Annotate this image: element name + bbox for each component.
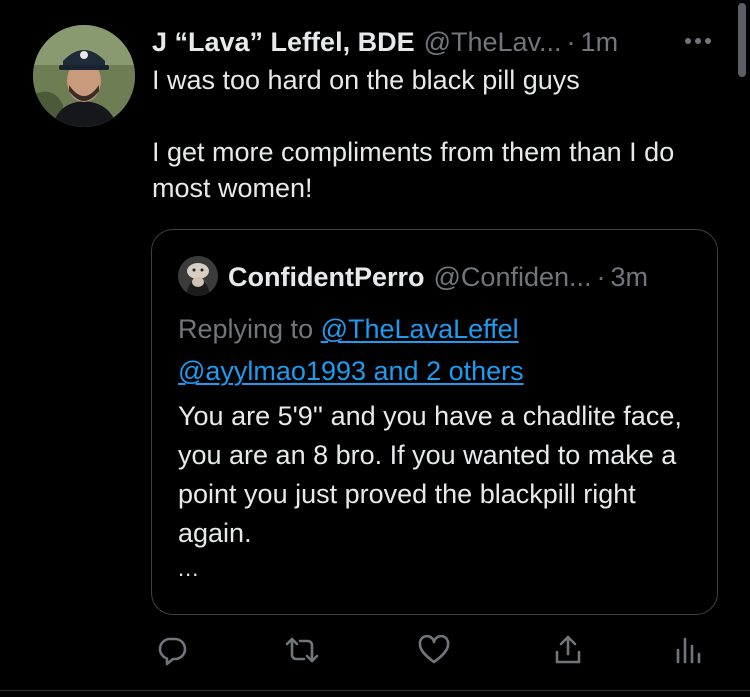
mention-link[interactable]: @ayylmao1993 and 2 others: [178, 356, 524, 386]
timestamp[interactable]: 1m: [581, 27, 619, 58]
quoted-timestamp[interactable]: 3m: [611, 262, 649, 293]
quoted-avatar[interactable]: [178, 256, 218, 296]
tweet[interactable]: J “Lava” Leffel, BDE @TheLav... · 1m I w…: [0, 0, 750, 697]
tweet-text-line: I was too hard on the black pill guys: [152, 65, 580, 95]
tweet-text: I was too hard on the black pill guys I …: [152, 62, 712, 206]
tweet-text-line: I get more compliments from them than I …: [152, 137, 675, 203]
retweet-icon[interactable]: [280, 628, 324, 672]
more-options-icon[interactable]: [680, 26, 716, 56]
tweet-header: J “Lava” Leffel, BDE @TheLav... · 1m: [152, 22, 618, 62]
quoted-display-name[interactable]: ConfidentPerro: [228, 262, 425, 293]
truncation-ellipsis: ...: [178, 556, 200, 581]
share-icon[interactable]: [546, 628, 590, 672]
display-name[interactable]: J “Lava” Leffel, BDE: [152, 27, 415, 58]
mention-link[interactable]: @TheLavaLeffel: [321, 314, 519, 344]
separator-dot: ·: [596, 261, 606, 292]
quoted-avatar-image: [178, 256, 218, 296]
replying-to: Replying to @TheLavaLeffel @ayylmao1993 …: [178, 308, 708, 392]
quoted-header: ConfidentPerro @Confiden... · 3m: [228, 257, 648, 297]
replying-prefix: Replying to: [178, 314, 314, 344]
avatar[interactable]: [33, 25, 135, 127]
quoted-handle[interactable]: @Confiden...: [434, 262, 592, 293]
reply-icon[interactable]: [150, 628, 194, 672]
divider: [0, 690, 750, 691]
action-bar: [0, 628, 750, 672]
analytics-icon[interactable]: [666, 628, 710, 672]
like-icon[interactable]: [412, 628, 456, 672]
quoted-tweet[interactable]: ConfidentPerro @Confiden... · 3m Replyin…: [151, 229, 718, 615]
handle[interactable]: @TheLav...: [424, 27, 562, 58]
scrollbar[interactable]: [738, 3, 746, 77]
quoted-text: You are 5'9'' and you have a chadlite fa…: [178, 401, 682, 548]
avatar-image: [33, 25, 135, 127]
separator-dot: ·: [566, 26, 576, 57]
